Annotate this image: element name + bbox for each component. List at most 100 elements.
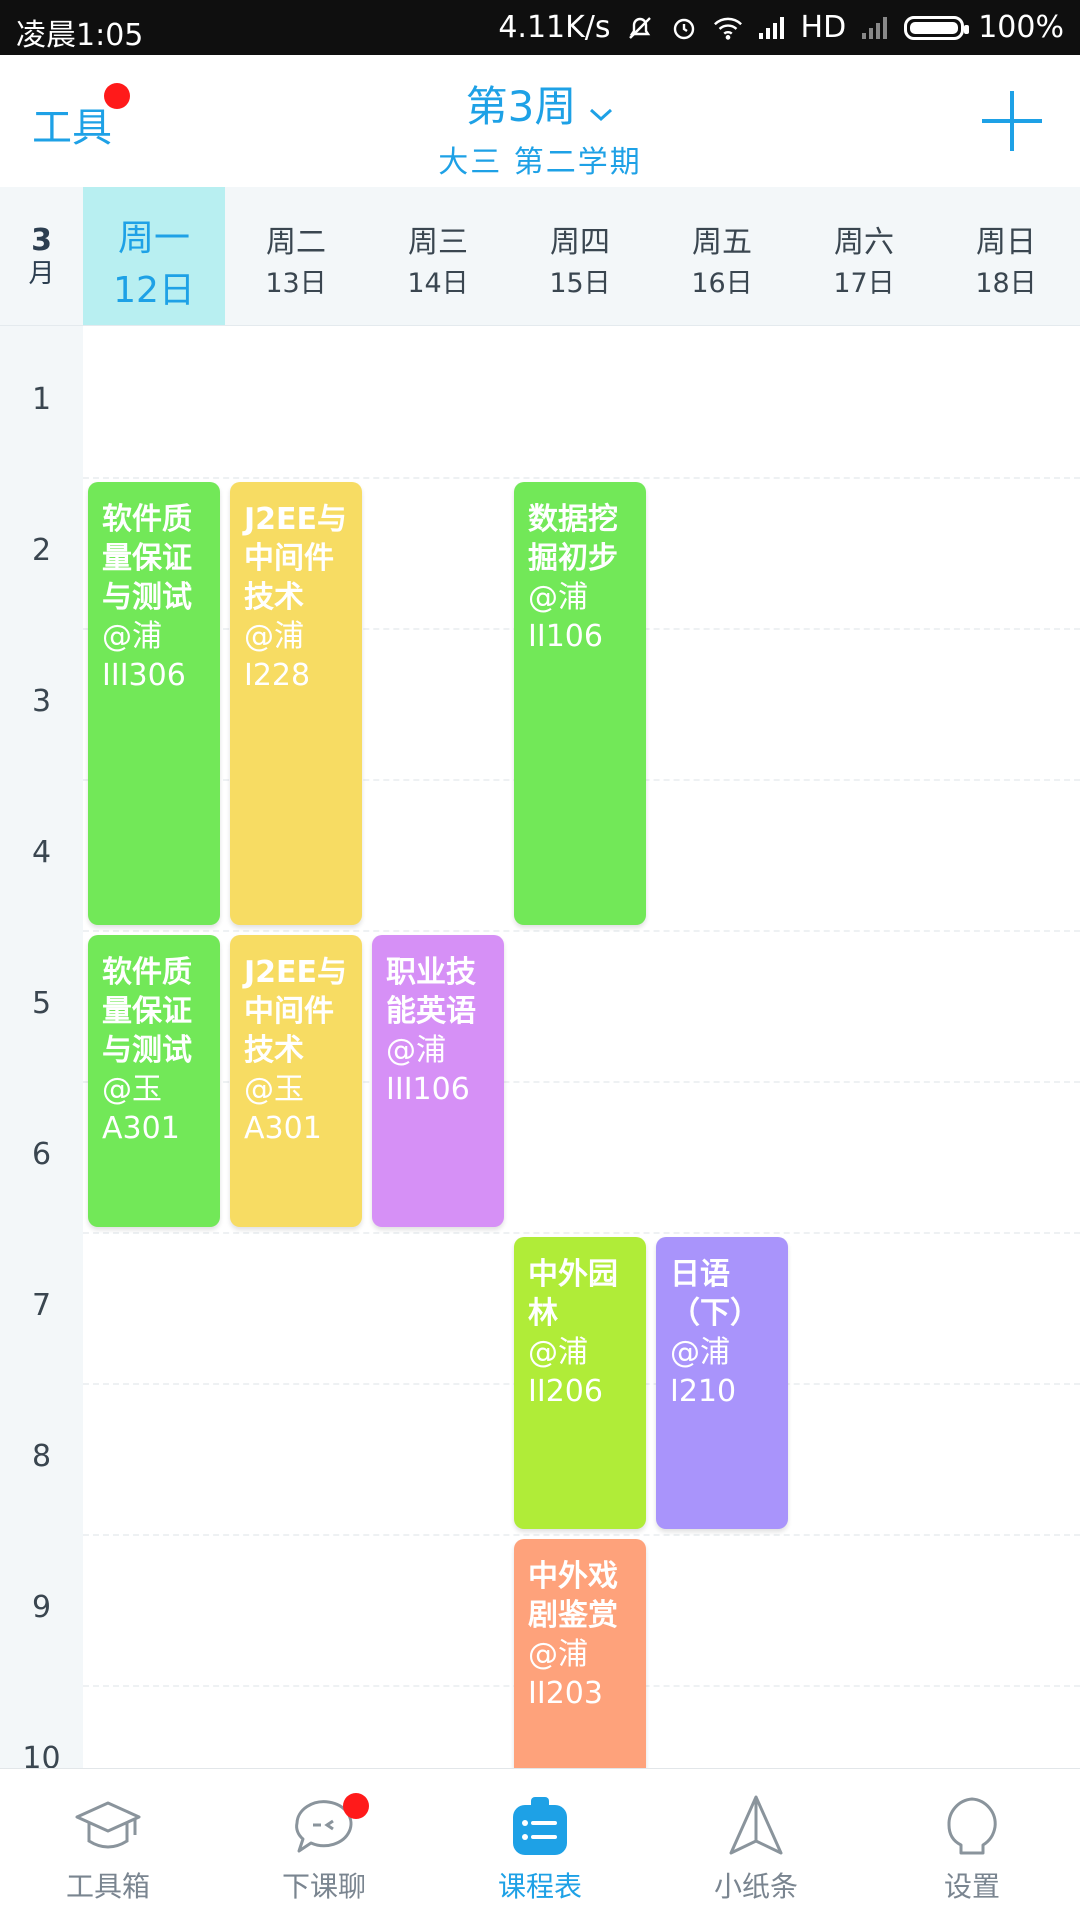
row-divider — [83, 1232, 1080, 1234]
day-column-sun[interactable]: 周日 18日 — [935, 187, 1077, 325]
date-label: 13日 — [265, 268, 327, 299]
day-column-thu[interactable]: 周四 15日 — [509, 187, 651, 325]
course-card[interactable]: 中外园林 @浦II206 — [514, 1237, 646, 1529]
date-label: 18日 — [975, 268, 1037, 299]
weekday-label: 周四 — [550, 225, 610, 260]
period-number: 6 — [31, 1137, 52, 1172]
period-number: 2 — [31, 533, 52, 568]
period-number: 9 — [31, 1590, 52, 1625]
course-card[interactable]: 数据挖掘初步 @浦II106 — [514, 482, 646, 925]
day-column-mon[interactable]: 周一 12日 — [83, 187, 225, 325]
nav-label: 工具箱 — [65, 1870, 150, 1903]
course-name: J2EE与中间件技术 — [244, 955, 348, 1068]
date-label: 17日 — [833, 268, 895, 299]
course-card[interactable]: 中外戏剧鉴赏 @浦II203 — [514, 1539, 646, 1768]
weekday-label: 周日 — [976, 225, 1036, 260]
chevron-down-icon — [588, 85, 614, 134]
nav-settings[interactable]: 设置 — [864, 1769, 1080, 1921]
course-room: @玉A301 — [102, 1072, 180, 1146]
settings-head-icon — [937, 1791, 1007, 1861]
period-number: 7 — [31, 1288, 52, 1323]
signal-weak-icon — [860, 13, 890, 43]
weekday-label: 周六 — [834, 225, 894, 260]
day-column-sat[interactable]: 周六 17日 — [793, 187, 935, 325]
course-card[interactable]: J2EE与中间件技术 @浦I228 — [230, 482, 362, 925]
course-room: @浦I210 — [670, 1335, 737, 1409]
day-column-wed[interactable]: 周三 14日 — [367, 187, 509, 325]
bottom-nav: 工具箱 下课聊 课程表 小纸条 设置 — [0, 1768, 1080, 1921]
mute-bell-icon — [625, 13, 655, 43]
course-card[interactable]: 日语（下） @浦I210 — [656, 1237, 788, 1529]
course-card[interactable]: 软件质量保证与测试 @浦III306 — [88, 482, 220, 925]
nav-label: 设置 — [943, 1870, 1000, 1903]
nav-chat[interactable]: 下课聊 — [216, 1769, 432, 1921]
course-name: 中外戏剧鉴赏 — [528, 1559, 618, 1633]
course-card[interactable]: 软件质量保证与测试 @玉A301 — [88, 935, 220, 1227]
day-header: 3 月 周一 12日 周二 13日 周三 14日 周四 15日 周五 16日 周… — [0, 187, 1080, 326]
course-card[interactable]: 职业技能英语 @浦III106 — [372, 935, 504, 1227]
period-number: 8 — [31, 1439, 52, 1474]
nav-label: 下课聊 — [281, 1870, 366, 1903]
course-name: 软件质量保证与测试 — [102, 955, 192, 1068]
signal-icon — [757, 13, 787, 43]
nav-label: 小纸条 — [713, 1870, 798, 1903]
course-name: 职业技能英语 — [386, 955, 476, 1029]
period-number: 1 — [31, 382, 52, 417]
schedule-grid[interactable]: 1 2 3 4 5 6 7 8 9 10 软件质量保证与测试 @浦III306 J2EE与中间件技术 @… — [0, 326, 1080, 1768]
chat-notification-dot — [343, 1793, 369, 1819]
course-name: 软件质量保证与测试 — [102, 502, 192, 615]
period-number: 5 — [31, 986, 52, 1021]
course-room: @玉A301 — [244, 1072, 322, 1146]
date-label: 15日 — [549, 268, 611, 299]
day-column-tue[interactable]: 周二 13日 — [225, 187, 367, 325]
row-divider — [83, 930, 1080, 932]
weekday-label: 周一 — [117, 218, 190, 259]
row-divider — [83, 1534, 1080, 1536]
weekday-label: 周五 — [692, 225, 752, 260]
course-card[interactable]: J2EE与中间件技术 @玉A301 — [230, 935, 362, 1227]
paper-plane-icon — [721, 1791, 791, 1861]
nav-label: 课程表 — [497, 1870, 582, 1903]
course-room: @浦I228 — [244, 619, 311, 693]
graduation-cap-icon — [73, 1791, 143, 1861]
week-title: 第3周 — [465, 82, 577, 131]
week-selector[interactable]: 第3周 — [0, 73, 1080, 134]
status-right: 4.11K/s HD 100% — [498, 10, 1064, 45]
row-divider — [83, 477, 1080, 479]
month-number: 3 — [31, 223, 52, 258]
battery-level: 100% — [978, 10, 1064, 45]
date-label: 16日 — [691, 268, 753, 299]
schedule-clipboard-icon — [505, 1791, 575, 1861]
nav-toolbox[interactable]: 工具箱 — [0, 1769, 216, 1921]
period-number: 3 — [31, 684, 52, 719]
date-label: 12日 — [113, 270, 195, 311]
add-course-button[interactable] — [982, 91, 1042, 151]
course-name: 日语（下） — [670, 1257, 760, 1331]
battery-icon — [904, 15, 970, 40]
semester-label: 大三 第二学期 — [438, 145, 642, 180]
course-room: @浦II206 — [528, 1335, 603, 1409]
network-type: HD — [800, 10, 847, 45]
date-label: 14日 — [407, 268, 469, 299]
month-label: 3 月 — [0, 187, 83, 325]
course-room: @浦II203 — [528, 1637, 603, 1711]
day-column-fri[interactable]: 周五 16日 — [651, 187, 793, 325]
net-speed: 4.11K/s — [498, 10, 611, 45]
course-room: @浦III106 — [386, 1033, 470, 1107]
alarm-icon — [669, 13, 699, 43]
nav-notes[interactable]: 小纸条 — [648, 1769, 864, 1921]
period-number: 4 — [31, 835, 52, 870]
status-time: 凌晨1:05 — [16, 18, 144, 53]
course-name: J2EE与中间件技术 — [244, 502, 348, 615]
weekday-label: 周三 — [408, 225, 468, 260]
wifi-icon — [713, 13, 743, 43]
course-room: @浦II106 — [528, 580, 603, 654]
course-name: 中外园林 — [528, 1257, 618, 1331]
status-bar: 凌晨1:05 4.11K/s HD 100% — [0, 0, 1080, 55]
period-number: 10 — [22, 1741, 61, 1768]
period-column: 1 2 3 4 5 6 7 8 9 10 — [0, 326, 83, 1768]
nav-schedule[interactable]: 课程表 — [432, 1769, 648, 1921]
month-unit: 月 — [28, 259, 55, 289]
app-bar: 工具 第3周 大三 第二学期 — [0, 55, 1080, 187]
course-name: 数据挖掘初步 — [528, 502, 618, 576]
